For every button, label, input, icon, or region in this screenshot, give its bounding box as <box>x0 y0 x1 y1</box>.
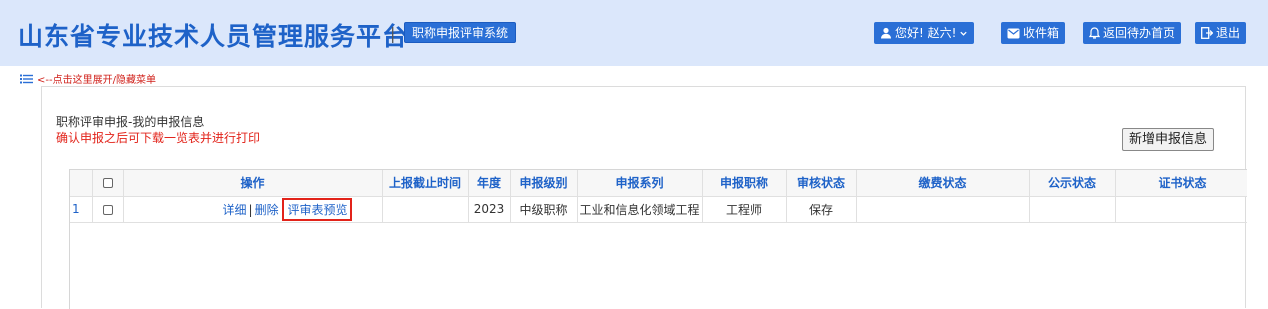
col-header-certificate-status: 证书状态 <box>1115 170 1247 197</box>
bell-icon <box>1089 27 1100 39</box>
list-icon <box>20 74 33 83</box>
application-grid: 操作 上报截止时间 年度 申报级别 申报系列 申报职称 审核状态 缴费状态 公示… <box>69 169 1247 309</box>
system-badge[interactable]: 职称申报评审系统 <box>404 22 517 43</box>
cell-certificate-status <box>1115 196 1247 223</box>
cell-review-status: 保存 <box>786 196 857 223</box>
delete-link[interactable]: 删除 <box>255 203 279 217</box>
table-row: 1 详细 | 删除 评审表预览 2023 中级职称 工业和信息化领域工程 工程师 保… <box>70 196 1247 223</box>
title-separator: | <box>390 24 396 43</box>
preview-highlight-box: 评审表预览 <box>282 197 353 221</box>
user-menu-button[interactable]: 您好! 赵六! <box>874 22 975 44</box>
mail-icon <box>1007 28 1020 38</box>
logout-button[interactable]: 退出 <box>1195 22 1247 44</box>
cell-level: 中级职称 <box>510 196 578 223</box>
col-header-payment-status: 缴费状态 <box>856 170 1030 197</box>
review-form-preview-link[interactable]: 评审表预览 <box>287 203 347 217</box>
col-header-select[interactable] <box>92 170 124 197</box>
row-index: 1 <box>70 196 93 223</box>
col-header-review-status: 审核状态 <box>786 170 857 197</box>
detail-link[interactable]: 详细 <box>223 203 247 217</box>
col-header-title: 申报职称 <box>702 170 787 197</box>
back-home-label: 返回待办首页 <box>1103 26 1176 40</box>
cell-series: 工业和信息化领域工程 <box>577 196 703 223</box>
inbox-button[interactable]: 收件箱 <box>1001 22 1066 44</box>
cell-payment-status <box>856 196 1030 223</box>
col-header-series: 申报系列 <box>577 170 703 197</box>
table-header-row: 操作 上报截止时间 年度 申报级别 申报系列 申报职称 审核状态 缴费状态 公示… <box>70 170 1247 197</box>
col-header-year: 年度 <box>468 170 511 197</box>
col-header-deadline: 上报截止时间 <box>382 170 469 197</box>
print-notice: 确认申报之后可下载一览表并进行打印 <box>56 131 261 145</box>
inbox-label: 收件箱 <box>1023 26 1060 40</box>
cell-publicity-status <box>1029 196 1116 223</box>
add-application-button[interactable]: 新增申报信息 <box>1122 128 1215 151</box>
logout-label: 退出 <box>1216 26 1241 40</box>
row-checkbox[interactable] <box>102 204 113 215</box>
top-header: 山东省专业技术人员管理服务平台 | 职称申报评审系统 您好! 赵六! 收件箱 返… <box>0 0 1268 66</box>
chevron-down-icon <box>960 31 968 36</box>
row-select-cell[interactable] <box>92 196 124 223</box>
action-separator: | <box>248 202 253 217</box>
cell-title: 工程师 <box>702 196 787 223</box>
col-header-publicity-status: 公示状态 <box>1029 170 1116 197</box>
menu-toggle-link[interactable]: <--点击这里展开/隐藏菜单 <box>20 71 156 86</box>
user-greeting: 您好! 赵六! <box>895 26 957 40</box>
col-header-index <box>70 170 93 197</box>
app-title: 山东省专业技术人员管理服务平台 <box>18 22 409 51</box>
cell-year: 2023 <box>468 196 511 223</box>
logout-icon <box>1201 27 1213 39</box>
application-panel: 职称评审申报-我的申报信息 确认申报之后可下载一览表并进行打印 新增申报信息 操… <box>41 86 1247 309</box>
select-all-checkbox[interactable] <box>102 178 113 189</box>
col-header-actions: 操作 <box>123 170 383 197</box>
menu-toggle-label: <--点击这里展开/隐藏菜单 <box>37 75 156 86</box>
panel-title: 职称评审申报-我的申报信息 <box>56 115 205 129</box>
user-icon <box>881 27 891 39</box>
row-actions: 详细 | 删除 评审表预览 <box>123 196 383 223</box>
back-home-button[interactable]: 返回待办首页 <box>1083 22 1182 44</box>
col-header-level: 申报级别 <box>510 170 578 197</box>
cell-deadline <box>382 196 469 223</box>
